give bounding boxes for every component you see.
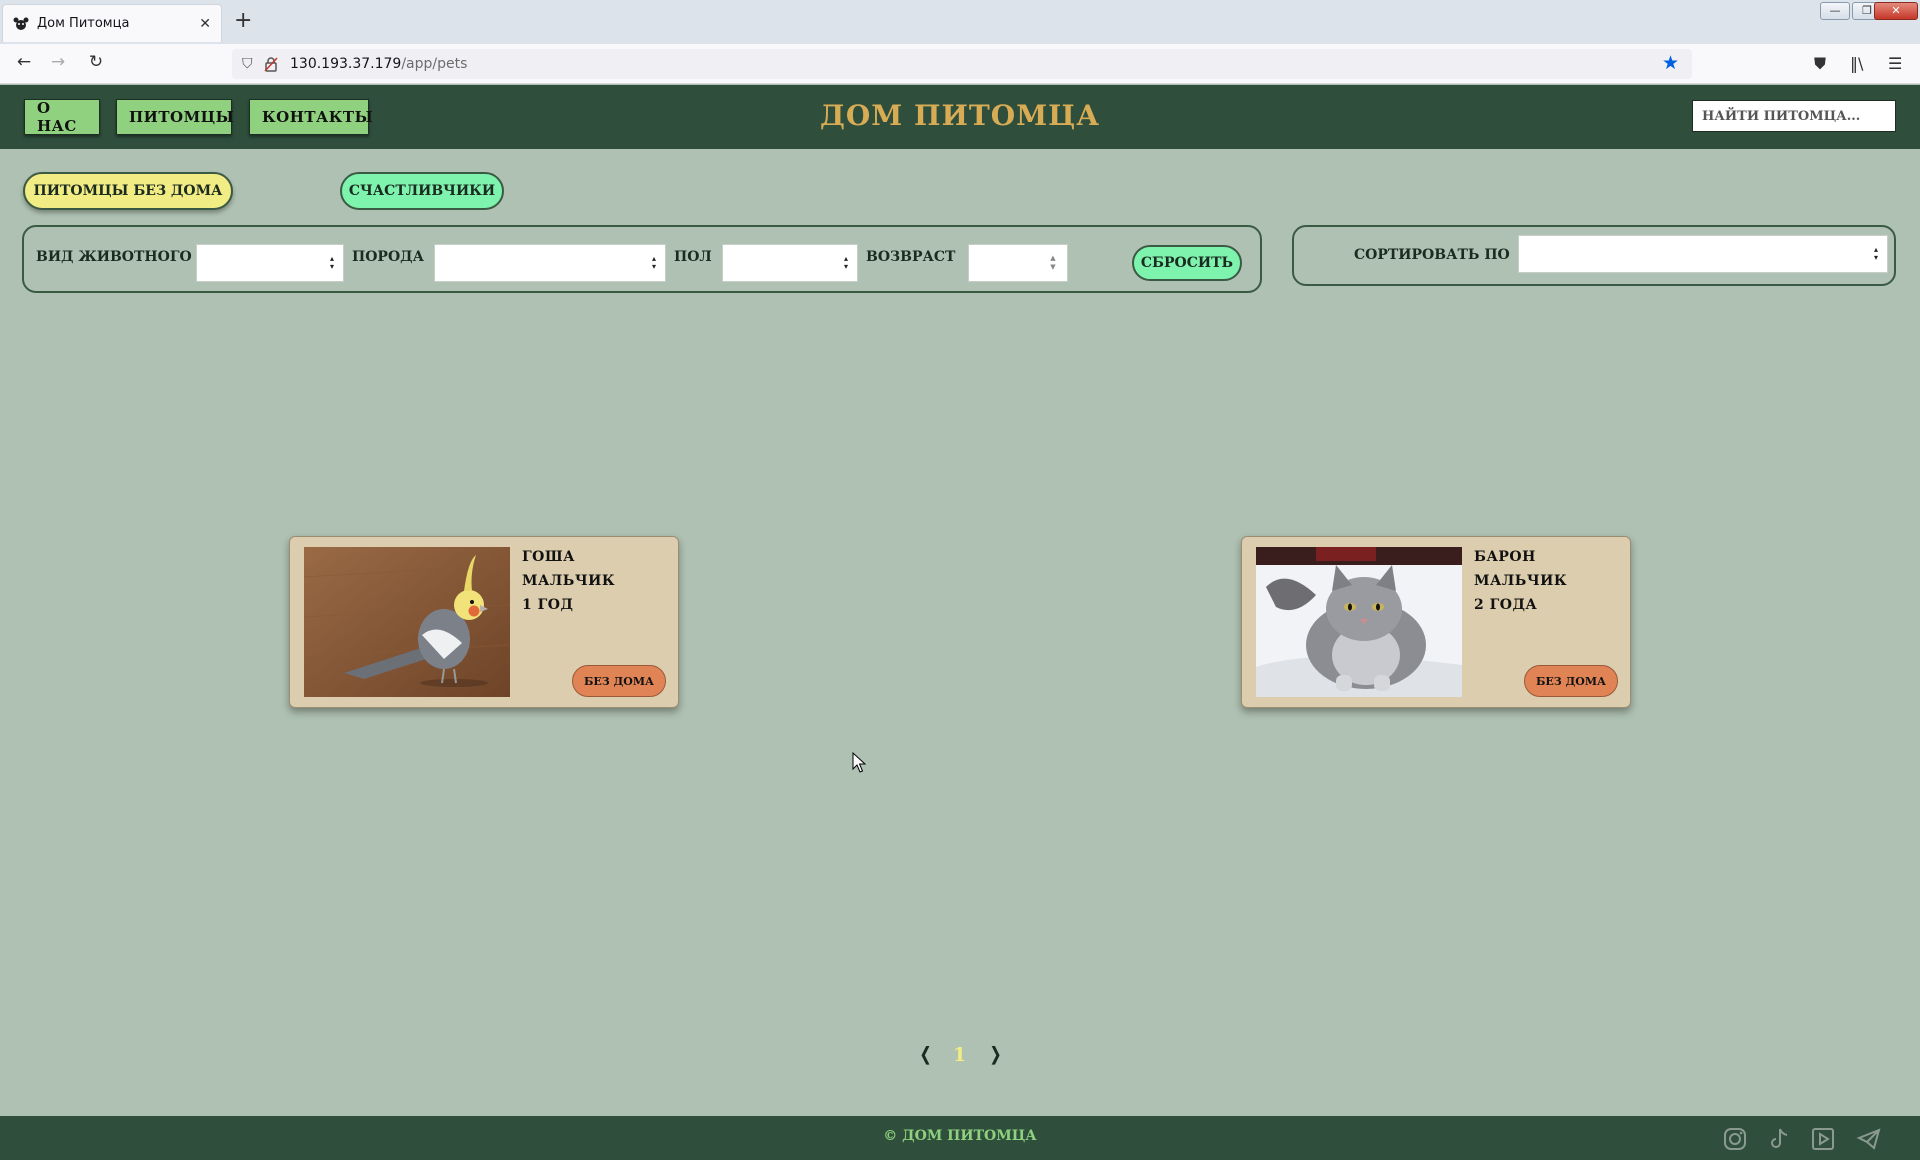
pet-name: ГОША bbox=[522, 549, 576, 565]
species-label: ВИД ЖИВОТНОГО bbox=[36, 249, 192, 265]
tiktok-icon[interactable] bbox=[1766, 1126, 1792, 1152]
status-badge[interactable]: БЕЗ ДОМА bbox=[1524, 665, 1618, 697]
filter-panel: ВИД ЖИВОТНОГО ПОРОДА ПОЛ ВОЗВРАСТ ▲▼ СБР… bbox=[22, 225, 1262, 293]
back-button[interactable]: ← bbox=[12, 52, 36, 72]
pet-age: 1 ГОД bbox=[522, 597, 574, 613]
pet-sex: МАЛЬЧИК bbox=[522, 573, 616, 589]
pet-age: 2 ГОДА bbox=[1474, 597, 1538, 613]
forward-button[interactable]: → bbox=[46, 52, 70, 72]
dog-favicon-icon bbox=[13, 17, 29, 30]
url-host: 130.193.37.179 bbox=[290, 56, 402, 72]
sex-select[interactable] bbox=[722, 244, 858, 282]
pet-sex: МАЛЬЧИК bbox=[1474, 573, 1568, 589]
cat-photo bbox=[1256, 547, 1462, 697]
new-tab-button[interactable]: + bbox=[234, 8, 252, 33]
browser-tabstrip: Дом Питомца ✕ + — ❐ ✕ bbox=[0, 0, 1920, 44]
library-icon[interactable]: ‖\ bbox=[1850, 54, 1863, 73]
reload-button[interactable]: ↻ bbox=[84, 52, 108, 72]
telegram-icon[interactable] bbox=[1856, 1126, 1882, 1152]
pagination-prev-button[interactable]: ❬ bbox=[918, 1044, 933, 1065]
mouse-cursor-icon bbox=[852, 752, 866, 773]
site-footer: © ДОМ ПИТОМЦА bbox=[0, 1116, 1920, 1160]
tab-lucky-pets[interactable]: СЧАСТЛИВЧИКИ bbox=[340, 172, 504, 210]
sort-select[interactable] bbox=[1518, 235, 1888, 273]
sex-label: ПОЛ bbox=[674, 249, 712, 265]
pagination-page-1[interactable]: 1 bbox=[953, 1044, 966, 1066]
minimize-button[interactable]: — bbox=[1820, 2, 1850, 20]
menu-icon[interactable]: ☰ bbox=[1888, 54, 1902, 73]
instagram-icon[interactable] bbox=[1722, 1126, 1748, 1152]
search-input[interactable]: НАЙТИ ПИТОМЦА... bbox=[1692, 100, 1896, 132]
breed-select[interactable] bbox=[434, 244, 666, 282]
window-close-button[interactable]: ✕ bbox=[1874, 2, 1918, 20]
sort-label: СОРТИРОВАТЬ ПО bbox=[1354, 247, 1510, 263]
tab-close-icon[interactable]: ✕ bbox=[199, 16, 211, 32]
status-badge[interactable]: БЕЗ ДОМА bbox=[572, 665, 666, 697]
pet-card[interactable]: ГОША МАЛЬЧИК 1 ГОД БЕЗ ДОМА bbox=[289, 536, 679, 708]
site-logo[interactable]: ДОМ ПИТОМЦА bbox=[0, 99, 1920, 132]
youtube-icon[interactable] bbox=[1810, 1126, 1836, 1152]
age-label: ВОЗВРАСТ bbox=[866, 249, 956, 265]
url-path: /app/pets bbox=[401, 56, 468, 72]
pocket-icon[interactable]: ⛊ bbox=[1814, 54, 1826, 74]
pet-name: БАРОН bbox=[1474, 549, 1536, 565]
tab-homeless-pets[interactable]: ПИТОМЦЫ БЕЗ ДОМА bbox=[23, 172, 233, 210]
browser-tab[interactable]: Дом Питомца ✕ bbox=[2, 4, 222, 42]
cockatiel-photo bbox=[304, 547, 510, 697]
reset-filters-button[interactable]: СБРОСИТЬ bbox=[1132, 245, 1242, 281]
age-input[interactable]: ▲ ▼ bbox=[968, 244, 1068, 282]
sort-panel: СОРТИРОВАТЬ ПО bbox=[1292, 225, 1896, 286]
bookmark-star-icon[interactable]: ★ bbox=[1662, 52, 1679, 74]
lock-icon bbox=[264, 57, 278, 72]
footer-copyright: © ДОМ ПИТОМЦА bbox=[883, 1128, 1037, 1144]
pagination-next-button[interactable]: ❭ bbox=[988, 1044, 1003, 1065]
breed-label: ПОРОДА bbox=[352, 249, 424, 265]
browser-navbar: ← → ↻ ⛉ 130.193.37.179 /app/pets ★ ⛊ ‖\ … bbox=[0, 44, 1920, 84]
shield-icon: ⛉ bbox=[242, 56, 253, 72]
species-select[interactable] bbox=[196, 244, 344, 282]
site-header: О НАС ПИТОМЦЫ КОНТАКТЫ ДОМ ПИТОМЦА НАЙТИ… bbox=[0, 85, 1920, 149]
age-stepper-icon[interactable]: ▲ ▼ bbox=[1047, 254, 1059, 272]
pet-card[interactable]: БАРОН МАЛЬЧИК 2 ГОДА БЕЗ ДОМА bbox=[1241, 536, 1631, 708]
url-bar[interactable]: ⛉ 130.193.37.179 /app/pets bbox=[232, 49, 1692, 79]
tab-title: Дом Питомца bbox=[37, 16, 130, 31]
